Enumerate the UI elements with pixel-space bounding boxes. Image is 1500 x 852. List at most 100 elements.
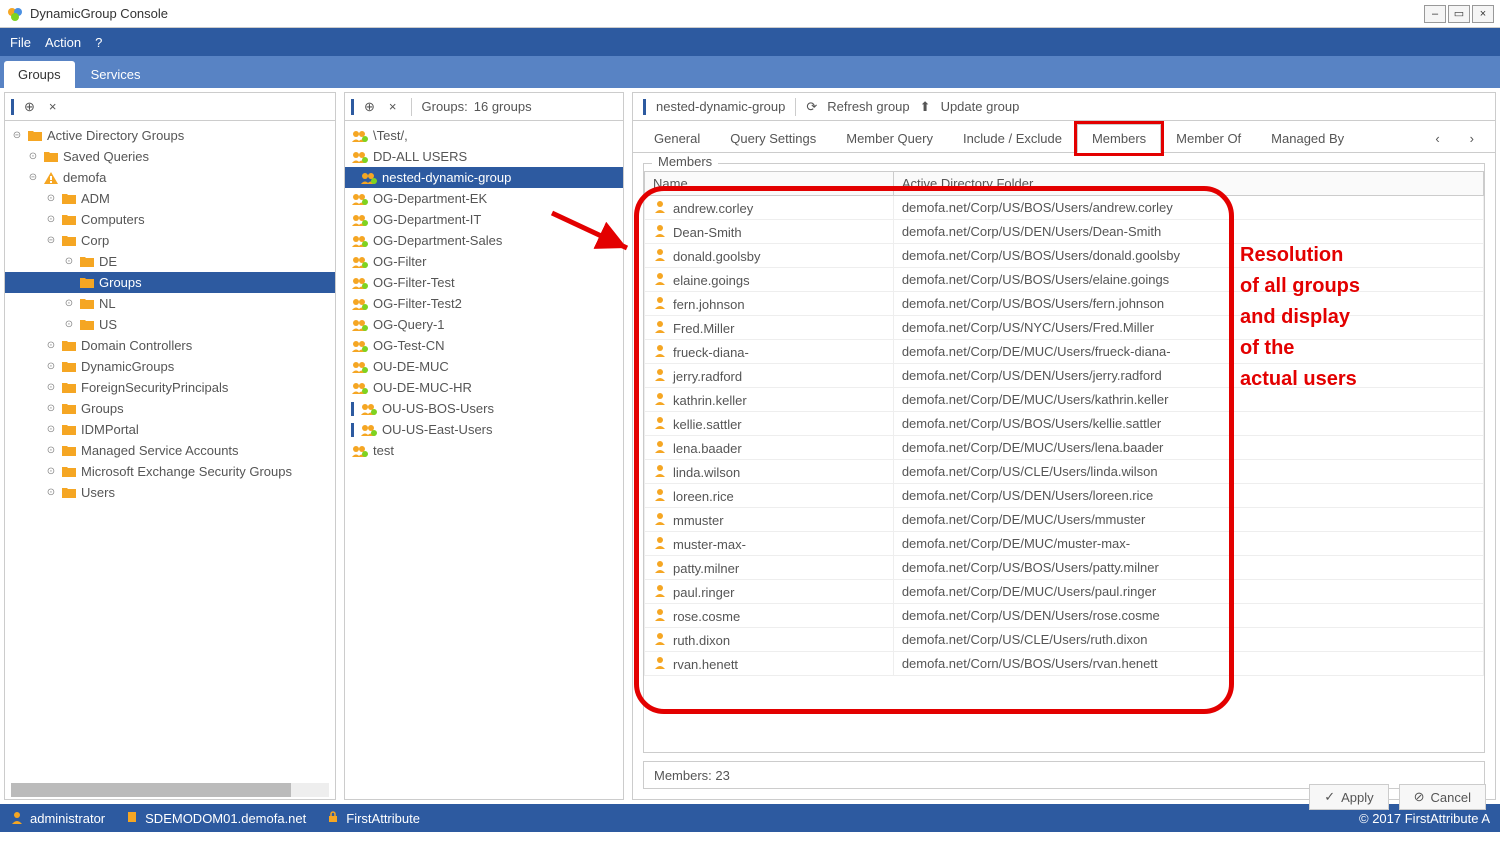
group-item[interactable]: OG-Filter-Test2 (345, 293, 623, 314)
tree-node-groups_sel[interactable]: Groups (5, 272, 335, 293)
menu-file[interactable]: File (10, 35, 31, 50)
expander-icon[interactable]: ⊙ (63, 298, 75, 309)
tree-node-demofa[interactable]: ⊝demofa (5, 167, 335, 188)
tree-node-dg[interactable]: ⊙DynamicGroups (5, 356, 335, 377)
table-row[interactable]: loreen.ricedemofa.net/Corp/US/DEN/Users/… (645, 484, 1484, 508)
tree-node-saved[interactable]: ⊙Saved Queries (5, 146, 335, 167)
group-item[interactable]: OU-DE-MUC (345, 356, 623, 377)
tree-node-nl[interactable]: ⊙NL (5, 293, 335, 314)
tree-node-mesg[interactable]: ⊙Microsoft Exchange Security Groups (5, 461, 335, 482)
expander-icon[interactable]: ⊙ (45, 193, 57, 204)
tree-close-button[interactable]: × (45, 99, 61, 114)
close-window-button[interactable]: × (1472, 5, 1494, 23)
table-row[interactable]: rose.cosmedemofa.net/Corp/US/DEN/Users/r… (645, 604, 1484, 628)
user-icon (653, 415, 667, 429)
tree-add-button[interactable]: ⊕ (20, 99, 39, 115)
tree-node-dc[interactable]: ⊙ Domain Controllers (5, 335, 335, 356)
table-row[interactable]: andrew.corleydemofa.net/Corp/US/BOS/User… (645, 196, 1484, 220)
expander-icon[interactable]: ⊙ (45, 214, 57, 225)
refresh-group-button[interactable]: Refresh group (827, 99, 909, 114)
group-item[interactable]: OU-US-BOS-Users (345, 398, 623, 419)
tree-node-de[interactable]: ⊙DE (5, 251, 335, 272)
tab-include-exclude[interactable]: Include / Exclude (948, 124, 1077, 152)
expander-icon[interactable]: ⊙ (45, 466, 57, 477)
tab-member-of[interactable]: Member Of (1161, 124, 1256, 152)
tree-node-users[interactable]: ⊙Users (5, 482, 335, 503)
apply-button[interactable]: ✓Apply (1309, 784, 1388, 810)
tab-managed-by[interactable]: Managed By (1256, 124, 1359, 152)
expander-icon[interactable]: ⊙ (45, 361, 57, 372)
tree-hscroll[interactable] (11, 783, 329, 797)
expander-icon[interactable]: ⊙ (45, 403, 57, 414)
menu-help[interactable]: ? (95, 35, 102, 50)
group-item[interactable]: OG-Department-Sales (345, 230, 623, 251)
tree-node-idm[interactable]: ⊙IDMPortal (5, 419, 335, 440)
menu-action[interactable]: Action (45, 35, 81, 50)
table-row[interactable]: linda.wilsondemofa.net/Corp/US/CLE/Users… (645, 460, 1484, 484)
table-row[interactable]: ruth.dixondemofa.net/Corp/US/CLE/Users/r… (645, 628, 1484, 652)
tree-node-msa[interactable]: ⊙Managed Service Accounts (5, 440, 335, 461)
group-item[interactable]: OG-Filter (345, 251, 623, 272)
tab-members[interactable]: Members (1077, 124, 1161, 153)
tab-groups[interactable]: Groups (4, 61, 75, 88)
expander-icon[interactable]: ⊙ (63, 256, 75, 267)
table-row[interactable]: mmusterdemofa.net/Corp/DE/MUC/Users/mmus… (645, 508, 1484, 532)
tab-general[interactable]: General (639, 124, 715, 152)
table-row[interactable]: patty.milnerdemofa.net/Corp/US/BOS/Users… (645, 556, 1484, 580)
table-row[interactable]: lena.baaderdemofa.net/Corp/DE/MUC/Users/… (645, 436, 1484, 460)
group-item[interactable]: OU-US-East-Users (345, 419, 623, 440)
group-item[interactable]: \Test/, (345, 125, 623, 146)
tree-node-us[interactable]: ⊙US (5, 314, 335, 335)
maximize-button[interactable]: ▭ (1448, 5, 1470, 23)
expander-icon[interactable]: ⊙ (45, 487, 57, 498)
tree-node-fsp[interactable]: ⊙ForeignSecurityPrincipals (5, 377, 335, 398)
tab-services[interactable]: Services (77, 61, 155, 88)
tab-nav-right[interactable]: › (1455, 124, 1489, 152)
directory-tree[interactable]: ⊝Active Directory Groups⊙Saved Queries⊝d… (5, 121, 335, 781)
expander-icon[interactable]: ⊝ (27, 172, 39, 183)
expander-icon[interactable]: ⊝ (45, 235, 57, 246)
group-item-label: \Test/, (373, 128, 408, 143)
group-item[interactable]: DD-ALL USERS (345, 146, 623, 167)
tab-nav-left[interactable]: ‹ (1420, 124, 1454, 152)
group-item[interactable]: OG-Test-CN (345, 335, 623, 356)
expander-icon[interactable]: ⊙ (45, 382, 57, 393)
groups-add-button[interactable]: ⊕ (360, 99, 379, 115)
group-item[interactable]: test (345, 440, 623, 461)
groups-list[interactable]: \Test/,DD-ALL USERSnested-dynamic-groupO… (345, 121, 623, 799)
expander-icon[interactable]: ⊙ (63, 319, 75, 330)
table-row[interactable]: rvan.henettdemofa.net/Corn/US/BOS/Users/… (645, 652, 1484, 676)
group-item[interactable]: OG-Query-1 (345, 314, 623, 335)
col-ad-folder[interactable]: Active Directory Folder (893, 172, 1483, 196)
minimize-button[interactable]: – (1424, 5, 1446, 23)
tree-node-root[interactable]: ⊝Active Directory Groups (5, 125, 335, 146)
tree-node-groups[interactable]: ⊙Groups (5, 398, 335, 419)
expander-icon[interactable]: ⊙ (45, 445, 57, 456)
group-item[interactable]: OU-DE-MUC-HR (345, 377, 623, 398)
tree-node-label: Domain Controllers (81, 338, 192, 353)
table-row[interactable]: paul.ringerdemofa.net/Corp/DE/MUC/Users/… (645, 580, 1484, 604)
group-item[interactable]: OG-Department-IT (345, 209, 623, 230)
member-name: paul.ringer (673, 585, 734, 600)
expander-icon[interactable]: ⊙ (45, 340, 57, 351)
tree-node-computers[interactable]: ⊙Computers (5, 209, 335, 230)
expander-icon[interactable] (63, 277, 75, 288)
tab-member-query[interactable]: Member Query (831, 124, 948, 152)
group-icon (351, 128, 369, 144)
cancel-button[interactable]: ⊘Cancel (1399, 784, 1486, 810)
update-group-button[interactable]: Update group (941, 99, 1020, 114)
groups-close-button[interactable]: × (385, 99, 401, 114)
folder-icon (79, 318, 95, 332)
expander-icon[interactable]: ⊙ (45, 424, 57, 435)
group-item[interactable]: OG-Filter-Test (345, 272, 623, 293)
expander-icon[interactable]: ⊝ (11, 130, 23, 141)
tab-query-settings[interactable]: Query Settings (715, 124, 831, 152)
tree-node-adm[interactable]: ⊙ADM (5, 188, 335, 209)
col-name[interactable]: Name (645, 172, 894, 196)
tree-node-corp[interactable]: ⊝Corp (5, 230, 335, 251)
group-item[interactable]: OG-Department-EK (345, 188, 623, 209)
table-row[interactable]: muster-max-demofa.net/Corp/DE/MUC/muster… (645, 532, 1484, 556)
expander-icon[interactable]: ⊙ (27, 151, 39, 162)
group-item[interactable]: nested-dynamic-group (345, 167, 623, 188)
table-row[interactable]: kellie.sattlerdemofa.net/Corp/US/BOS/Use… (645, 412, 1484, 436)
